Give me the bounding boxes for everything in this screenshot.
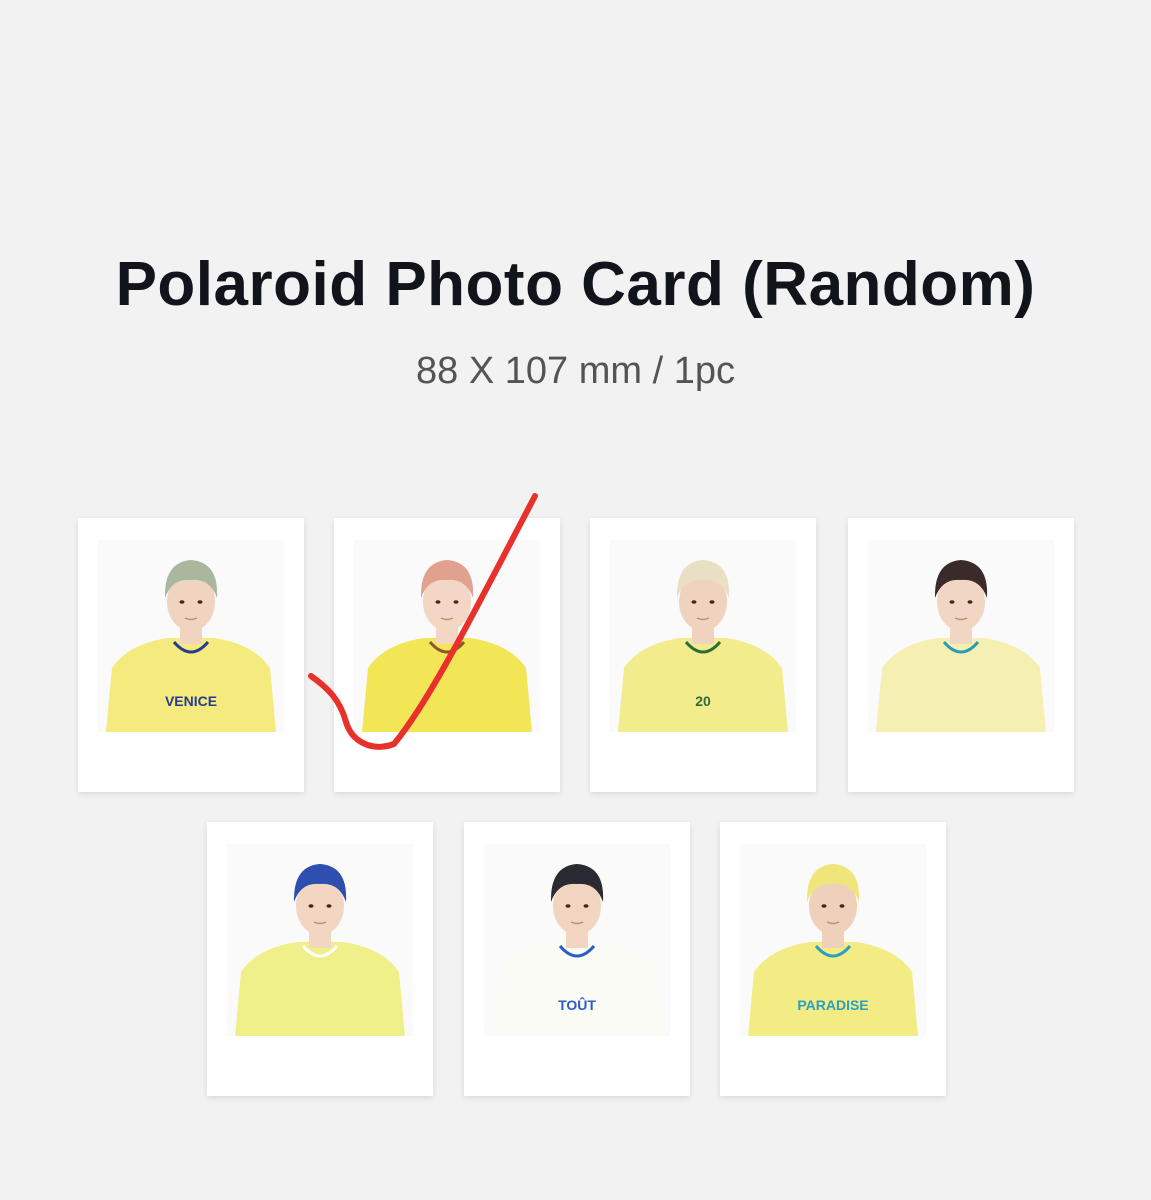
portrait-illustration [227,844,413,1036]
member-photo [227,844,413,1036]
portrait-illustration: PARADISE [740,844,926,1036]
member-photo: PARADISE [740,844,926,1036]
page-title: Polaroid Photo Card (Random) [115,250,1036,319]
photo-card-4 [848,518,1074,792]
member-photo: TOÛT [484,844,670,1036]
portrait-illustration [354,540,540,732]
shirt-print-text: 20 [695,693,711,709]
member-photo: 20 [610,540,796,732]
photo-card-2 [334,518,560,792]
member-photo [868,540,1054,732]
photo-card-7: PARADISE [720,822,946,1096]
photo-card-3: 20 [590,518,816,792]
member-photo: VENICE [98,540,284,732]
portrait-illustration: VENICE [98,540,284,732]
photo-card-5 [207,822,433,1096]
member-photo [354,540,540,732]
portrait-illustration: TOÛT [484,844,670,1036]
portrait-illustration [868,540,1054,732]
card-dimensions: 88 X 107 mm / 1pc [416,350,735,392]
shirt-print-text: VENICE [165,693,217,709]
photo-card-1: VENICE [78,518,304,792]
photo-card-6: TOÛT [464,822,690,1096]
shirt-print-text: TOÛT [558,996,596,1013]
shirt-print-text: PARADISE [797,997,868,1013]
portrait-illustration: 20 [610,540,796,732]
